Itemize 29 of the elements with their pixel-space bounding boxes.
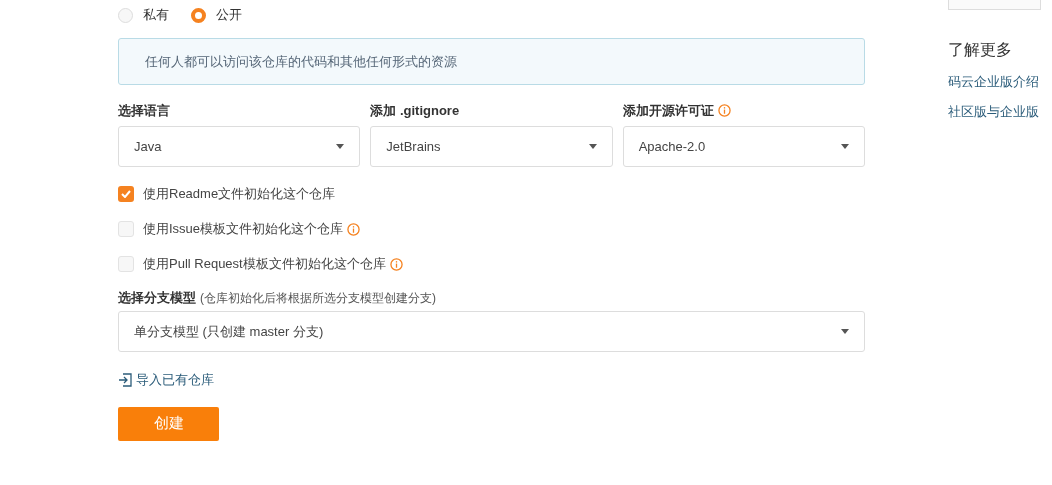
sidebar-link[interactable]: 社区版与企业版 xyxy=(948,101,1041,121)
check-icon xyxy=(121,190,131,198)
field-label: 选择分支模型 xyxy=(118,288,196,307)
checkbox[interactable] xyxy=(118,256,134,272)
field-label: 添加开源许可证 xyxy=(622,101,714,120)
select-field[interactable]: Java xyxy=(118,126,361,167)
sidebar-link[interactable]: 码云企业版介绍 xyxy=(948,72,1041,92)
select-field[interactable]: 单分支模型 (只创建 master 分支) xyxy=(118,311,865,352)
radio-option[interactable]: 公开 xyxy=(191,5,242,25)
import-icon xyxy=(118,372,132,387)
field-label: 添加 .gitignore xyxy=(370,101,460,120)
caret-icon xyxy=(336,144,345,149)
checkbox-option[interactable]: 使用Readme文件初始化这个仓库 xyxy=(118,185,865,203)
caret-icon xyxy=(588,144,597,149)
caret-icon xyxy=(841,329,849,334)
field-label: 选择语言 xyxy=(118,101,170,120)
select-field[interactable]: Apache-2.0 xyxy=(622,126,865,167)
field-hint: (仓库初始化后将根据所选分支模型创建分支) xyxy=(200,289,436,307)
select-field[interactable]: JetBrains xyxy=(370,126,613,167)
caret-icon xyxy=(841,144,849,149)
import-link[interactable]: 导入已有仓库 xyxy=(118,370,214,390)
checkbox[interactable] xyxy=(118,221,134,237)
radio-option[interactable]: 私有 xyxy=(118,5,169,25)
checkbox-option[interactable]: 使用Issue模板文件初始化这个仓库 xyxy=(118,220,865,238)
sidebar-heading: 了解更多 xyxy=(948,40,1013,60)
checkbox-option[interactable]: 使用Pull Request模板文件初始化这个仓库 xyxy=(118,255,865,273)
info-notice: 任何人都可以访问该仓库的代码和其他任何形式的资源 xyxy=(118,38,865,85)
checkbox[interactable] xyxy=(118,186,134,202)
radio-button[interactable] xyxy=(191,7,206,23)
